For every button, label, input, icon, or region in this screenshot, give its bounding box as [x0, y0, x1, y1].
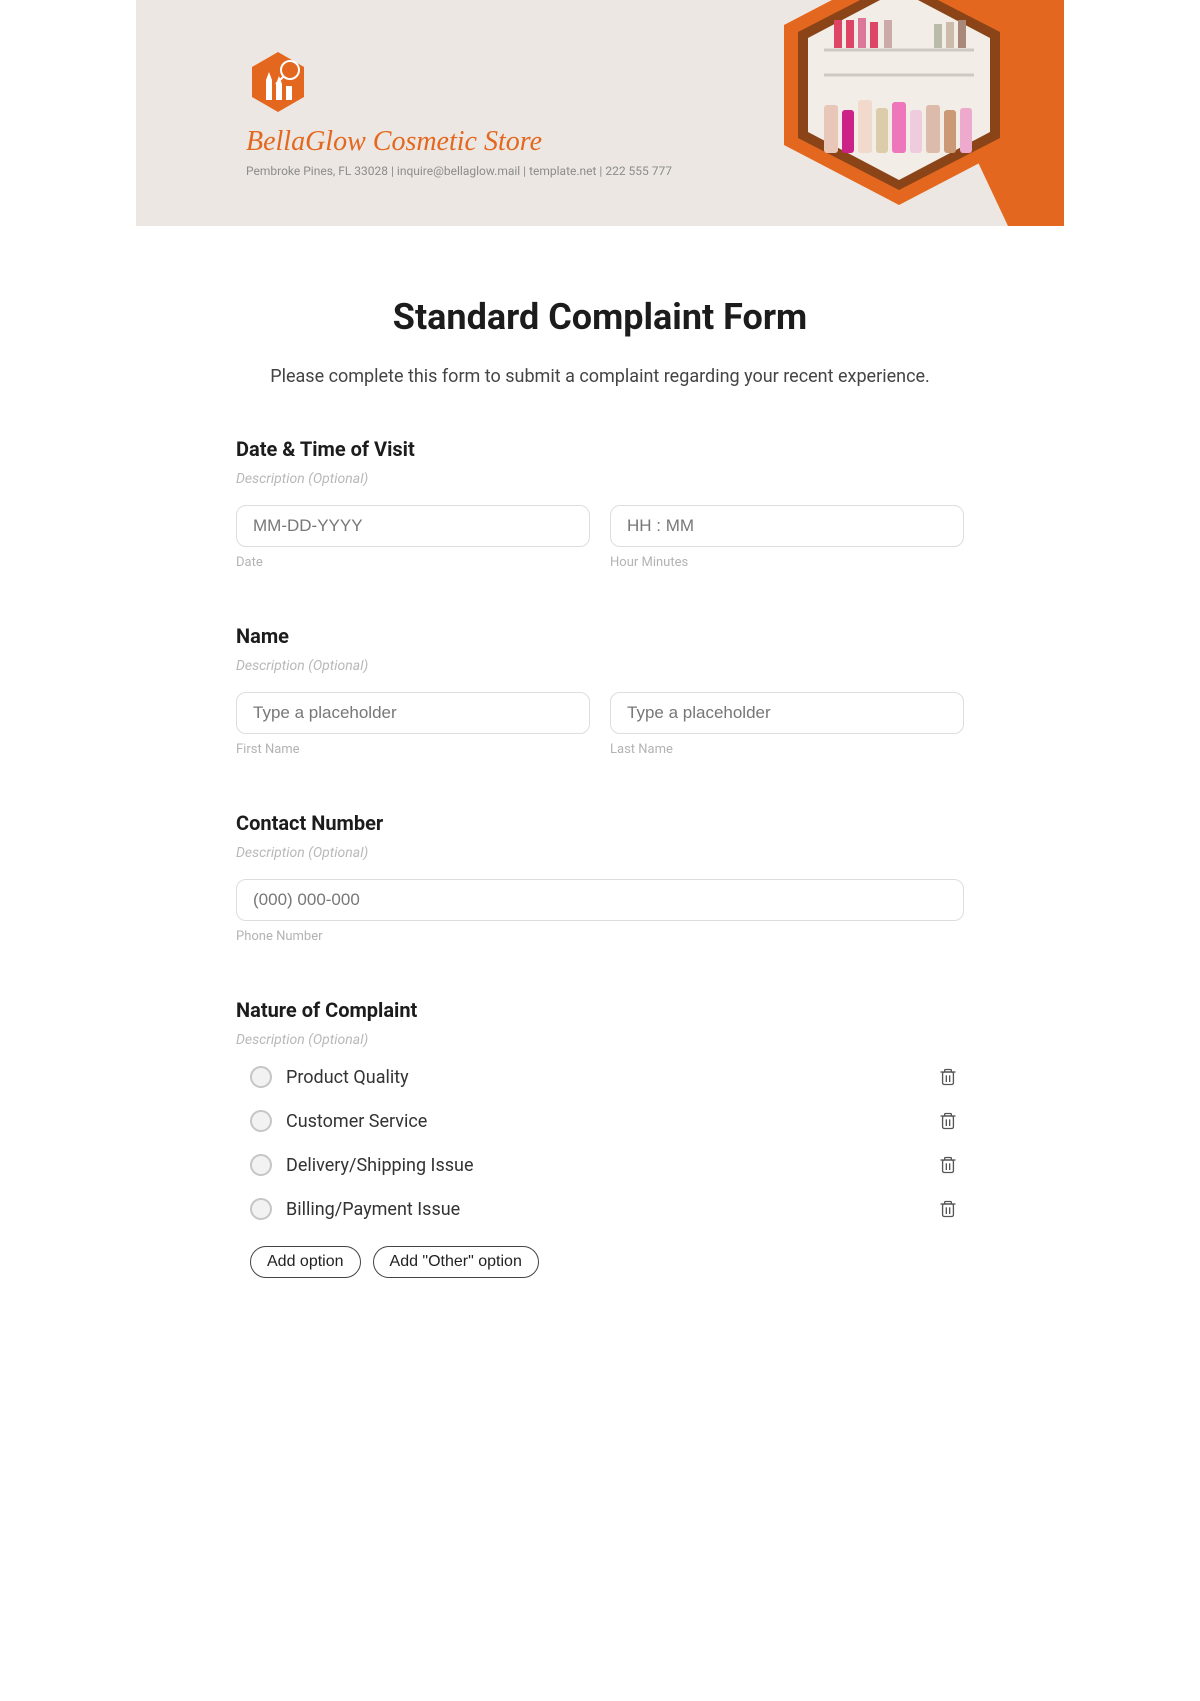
form-intro: Please complete this form to submit a co… — [236, 366, 964, 387]
section-desc-name: Description (Optional) — [236, 658, 964, 674]
option-label: Customer Service — [286, 1111, 924, 1132]
last-name-input[interactable] — [610, 692, 964, 734]
option-row[interactable]: Delivery/Shipping Issue — [236, 1154, 964, 1176]
section-contact: Contact Number Description (Optional) Ph… — [236, 811, 964, 944]
add-option-button[interactable]: Add option — [250, 1246, 361, 1278]
trash-icon[interactable] — [938, 1199, 958, 1219]
trash-icon[interactable] — [938, 1111, 958, 1131]
section-desc-contact: Description (Optional) — [236, 845, 964, 861]
header: BellaGlow Cosmetic Store Pembroke Pines,… — [136, 0, 1064, 226]
option-row[interactable]: Product Quality — [236, 1066, 964, 1088]
first-name-input[interactable] — [236, 692, 590, 734]
header-hex-image — [724, 0, 1064, 226]
option-row[interactable]: Billing/Payment Issue — [236, 1198, 964, 1220]
phone-sublabel: Phone Number — [236, 929, 964, 944]
section-desc-datetime: Description (Optional) — [236, 471, 964, 487]
trash-icon[interactable] — [938, 1155, 958, 1175]
section-title-datetime: Date & Time of Visit — [236, 437, 964, 461]
trash-icon[interactable] — [938, 1067, 958, 1087]
first-name-sublabel: First Name — [236, 742, 590, 757]
option-row[interactable]: Customer Service — [236, 1110, 964, 1132]
section-desc-nature: Description (Optional) — [236, 1032, 964, 1048]
add-other-option-button[interactable]: Add "Other" option — [373, 1246, 539, 1278]
section-title-nature: Nature of Complaint — [236, 998, 964, 1022]
date-input[interactable] — [236, 505, 590, 547]
time-sublabel: Hour Minutes — [610, 555, 964, 570]
radio-icon[interactable] — [250, 1110, 272, 1132]
radio-icon[interactable] — [250, 1198, 272, 1220]
radio-icon[interactable] — [250, 1154, 272, 1176]
section-datetime: Date & Time of Visit Description (Option… — [236, 437, 964, 570]
option-label: Product Quality — [286, 1067, 924, 1088]
time-input[interactable] — [610, 505, 964, 547]
radio-icon[interactable] — [250, 1066, 272, 1088]
form-title: Standard Complaint Form — [236, 296, 964, 338]
section-name: Name Description (Optional) First Name L… — [236, 624, 964, 757]
section-nature: Nature of Complaint Description (Optiona… — [236, 998, 964, 1278]
section-title-name: Name — [236, 624, 964, 648]
option-label: Billing/Payment Issue — [286, 1199, 924, 1220]
phone-input[interactable] — [236, 879, 964, 921]
date-sublabel: Date — [236, 555, 590, 570]
option-label: Delivery/Shipping Issue — [286, 1155, 924, 1176]
section-title-contact: Contact Number — [236, 811, 964, 835]
last-name-sublabel: Last Name — [610, 742, 964, 757]
brand-logo-icon — [246, 50, 310, 114]
